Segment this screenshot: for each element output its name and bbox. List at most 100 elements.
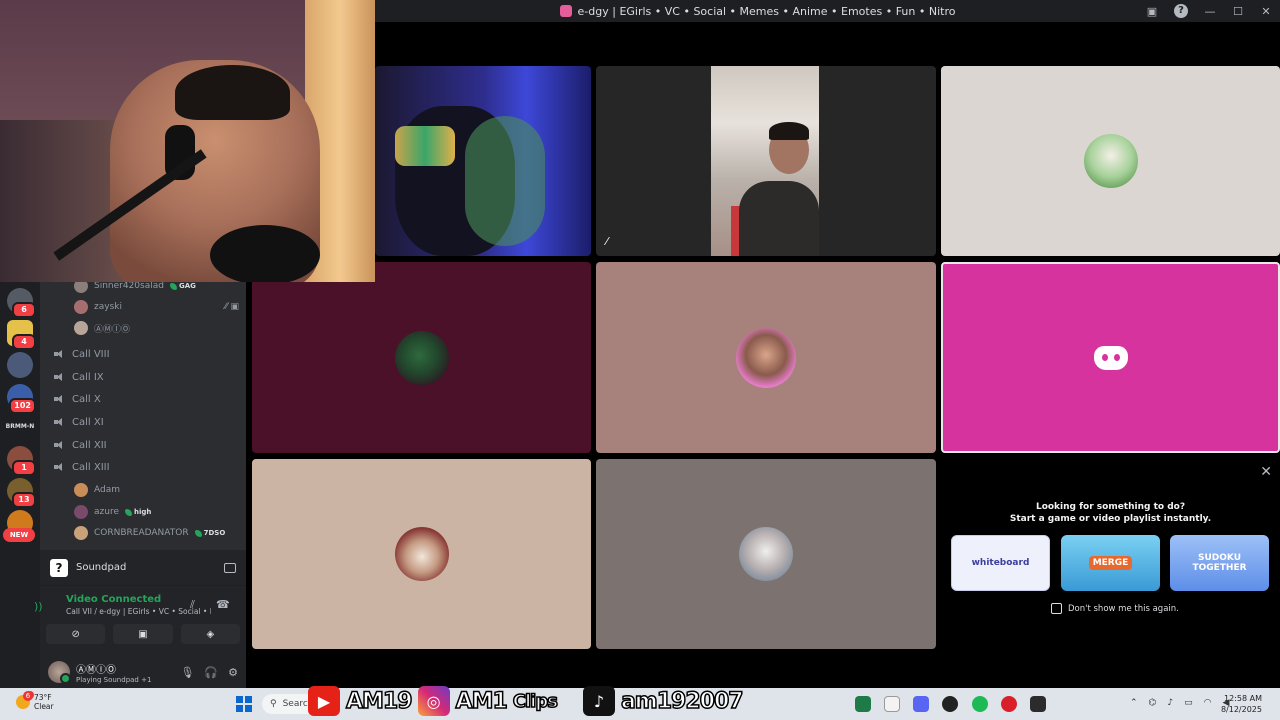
server-icon — [559, 5, 572, 17]
voice-channel-call-xiii[interactable]: Call XIII — [54, 457, 110, 477]
obs-icon[interactable] — [1001, 696, 1017, 712]
file-icon[interactable] — [884, 696, 900, 712]
voice-action-buttons: ⊘ ▣ ◈ — [40, 624, 246, 646]
inbox-icon[interactable]: ▣ — [1138, 5, 1166, 18]
activity-suggestion-panel: ✕ Looking for something to do? Start a g… — [941, 458, 1280, 648]
minimize-button[interactable]: — — [1196, 5, 1224, 18]
member-name: Adam — [94, 485, 120, 495]
app-icon[interactable] — [913, 696, 929, 712]
gear-icon[interactable]: ⚙ — [228, 666, 238, 679]
spotify-icon[interactable] — [972, 696, 988, 712]
microphone-icon[interactable]: 🎙 — [180, 666, 194, 679]
window-title-text: e-dgy | EGirls • VC • Social • Memes • A… — [577, 4, 956, 18]
new-badge: NEW — [3, 528, 35, 542]
dont-show-again[interactable]: Don't show me this again. — [1051, 603, 1179, 614]
video-tile-pink-frame[interactable] — [596, 262, 936, 453]
terminal-icon[interactable] — [1030, 696, 1046, 712]
close-button[interactable]: ✕ — [1252, 5, 1280, 18]
server-icon[interactable]: 4 — [7, 320, 36, 350]
voice-member[interactable]: zayski ⁄⁄ ▣ — [74, 298, 239, 316]
speaker-icon — [54, 372, 66, 382]
server-icon[interactable]: 13 — [7, 478, 36, 508]
user-status: Playing Soundpad +1 — [76, 675, 152, 684]
close-icon[interactable]: ✕ — [1260, 464, 1272, 480]
chevron-up-icon[interactable]: ⌃ — [1130, 698, 1138, 708]
mic-tray-icon[interactable]: ♪ — [1167, 698, 1173, 708]
channel-name: Call XII — [72, 439, 107, 451]
activity-card-merge[interactable]: MERGE — [1061, 535, 1160, 591]
speaker-icon — [54, 440, 66, 450]
server-icon[interactable]: 6 — [7, 288, 36, 318]
server-text-icon[interactable]: BRMM-N — [3, 423, 37, 430]
video-tile-gray[interactable] — [596, 459, 936, 649]
voice-channel-call-viii[interactable]: Call VIII — [54, 344, 110, 364]
channel-name: Call XIII — [72, 461, 110, 473]
help-icon[interactable]: ? — [1174, 4, 1188, 18]
voice-channel-call-ix[interactable]: Call IX — [54, 367, 104, 387]
dont-show-checkbox[interactable] — [1051, 603, 1062, 614]
network-icon[interactable]: ⌬ — [1149, 698, 1157, 708]
display-icon[interactable]: ▭ — [1184, 698, 1193, 708]
channel-name: Call XI — [72, 416, 104, 428]
speaker-icon — [54, 349, 66, 359]
voice-member[interactable]: azure high — [74, 503, 239, 521]
weather-text: 73°F Clear — [34, 693, 54, 711]
activity-button[interactable]: ◈ — [180, 624, 240, 644]
voice-member[interactable]: Adam — [74, 481, 239, 499]
server-icon[interactable]: 1 — [7, 446, 36, 476]
headphones-icon[interactable]: 🎧 — [204, 666, 218, 679]
channel-name: Call IX — [72, 371, 104, 383]
windows-start-icon[interactable] — [236, 696, 252, 712]
voice-channel-call-xii[interactable]: Call XII — [54, 435, 107, 455]
participant-avatar — [736, 327, 796, 388]
activity-subheading: Start a game or video playlist instantly… — [1009, 514, 1212, 524]
server-icon[interactable]: 102 — [7, 384, 36, 414]
maximize-button[interactable]: ☐ — [1224, 5, 1252, 18]
video-tile-tan[interactable] — [252, 459, 591, 649]
video-tile-blue-room[interactable] — [375, 66, 591, 256]
avatar — [74, 526, 88, 540]
screen-share-icon[interactable] — [224, 562, 236, 573]
weather-condition: Clear — [34, 702, 54, 711]
overlay-instagram-handle: AM1 — [455, 688, 509, 715]
user-info: ⒶⓂⒾⓄ Playing Soundpad +1 — [76, 661, 151, 684]
voice-member[interactable]: CORNBREADANATOR 7DSO — [74, 524, 239, 542]
voice-channel-call-x[interactable]: Call X — [54, 389, 101, 409]
screen-share-button[interactable]: ▣ — [113, 624, 173, 644]
noise-suppression-icon[interactable]: ⫽ — [190, 598, 195, 612]
title-bar: e-dgy | EGirls • VC • Social • Memes • A… — [375, 0, 1280, 22]
activity-card-label: MERGE — [1088, 556, 1133, 570]
activity-card-sudoku[interactable]: SUDOKU TOGETHER — [1170, 535, 1269, 591]
video-tile-maroon[interactable] — [252, 262, 591, 453]
clock-date: 8/12/2025 — [1220, 705, 1262, 714]
avatar[interactable] — [48, 661, 71, 684]
server-icon[interactable] — [7, 352, 33, 378]
media-player-icon[interactable] — [942, 696, 958, 712]
voice-channel-call-xi[interactable]: Call XI — [54, 412, 104, 432]
wifi-icon[interactable]: ◠ — [1204, 698, 1212, 708]
activity-card-whiteboard[interactable]: whiteboard — [951, 535, 1050, 591]
weather-widget[interactable]: 6 73°F Clear — [16, 691, 54, 711]
video-tile-discord[interactable] — [941, 262, 1280, 453]
person-shirt — [739, 181, 819, 256]
rubiks-cube — [395, 126, 455, 166]
guild-tag: 7DSO — [194, 529, 225, 537]
disconnect-icon[interactable]: ☎ — [216, 598, 230, 611]
video-tile-gym[interactable]: ⁄ — [596, 66, 936, 256]
app-icon[interactable] — [855, 696, 871, 712]
voice-member[interactable]: Sinner420salad GAG — [74, 282, 239, 295]
webcam-hair — [175, 65, 290, 120]
taskbar-clock[interactable]: 12:58 AM 8/12/2025 — [1221, 693, 1262, 715]
muted-camera-icon: ⁄⁄ ▣ — [224, 302, 239, 312]
discord-logo-icon — [1093, 345, 1128, 370]
overlay-youtube-handle: AM19 — [345, 688, 413, 715]
soundpad-activity[interactable]: ? Soundpad — [40, 550, 246, 586]
voice-member[interactable]: ⒶⓂⒾⓄ — [74, 319, 239, 337]
member-name: zayski — [94, 302, 122, 312]
video-tile-cartoon[interactable] — [941, 66, 1280, 256]
member-name: ⒶⓂⒾⓄ — [94, 324, 131, 335]
overlay-clips: Clips — [512, 690, 559, 713]
camera-off-button[interactable]: ⊘ — [46, 624, 106, 644]
channel-list: Sinner420salad GAG zayski ⁄⁄ ▣ ⒶⓂⒾⓄ Call… — [40, 282, 246, 550]
leaf-icon — [169, 282, 177, 290]
